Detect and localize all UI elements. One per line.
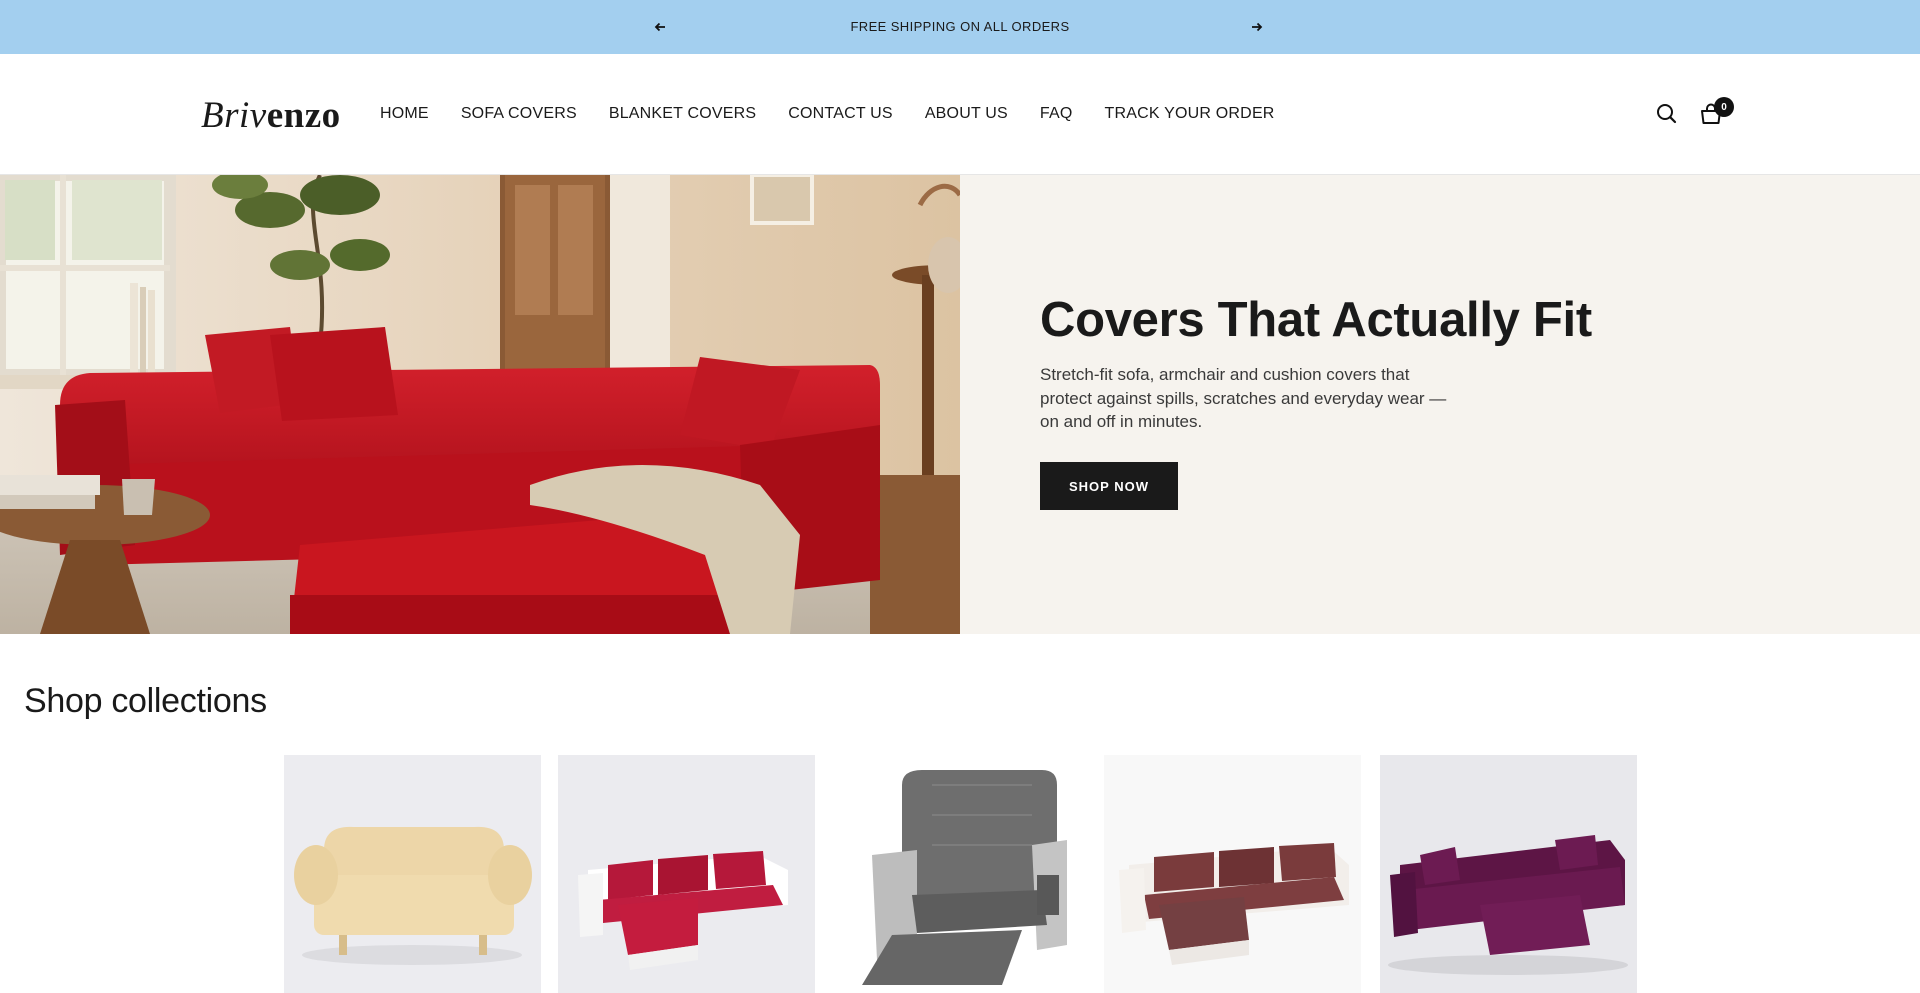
hero-title: Covers That Actually Fit bbox=[1040, 293, 1592, 347]
announcement-bar: FREE SHIPPING ON ALL ORDERS bbox=[0, 0, 1920, 54]
site-header: Brivenzo HOME SOFA COVERS BLANKET COVERS… bbox=[0, 54, 1920, 175]
cart-count-badge: 0 bbox=[1714, 97, 1734, 117]
logo-part1: Briv bbox=[201, 95, 267, 136]
logo-part2: enzo bbox=[266, 95, 341, 136]
hero-section: Covers That Actually Fit Stretch-fit sof… bbox=[0, 175, 1920, 634]
nav-item-home[interactable]: HOME bbox=[380, 105, 429, 123]
announcement-message: FREE SHIPPING ON ALL ORDERS bbox=[850, 19, 1070, 34]
collection-card-red-sectional[interactable] bbox=[558, 755, 815, 993]
nav-item-blanket-covers[interactable]: BLANKET COVERS bbox=[609, 105, 756, 123]
nav-item-about-us[interactable]: ABOUT US bbox=[925, 105, 1008, 123]
collection-card-beige-sofa[interactable] bbox=[284, 755, 541, 993]
logo[interactable]: Brivenzo bbox=[201, 94, 341, 137]
collections-list bbox=[0, 755, 1920, 993]
collections-title: Shop collections bbox=[24, 682, 267, 720]
nav-item-faq[interactable]: FAQ bbox=[1040, 105, 1073, 123]
hero-content: Covers That Actually Fit Stretch-fit sof… bbox=[960, 175, 1920, 634]
hero-subtitle: Stretch-fit sofa, armchair and cushion c… bbox=[1040, 365, 1447, 431]
search-icon[interactable] bbox=[1654, 101, 1680, 127]
nav-item-contact-us[interactable]: CONTACT US bbox=[788, 105, 893, 123]
nav-item-track-order[interactable]: TRACK YOUR ORDER bbox=[1105, 105, 1275, 123]
collection-card-recliner[interactable] bbox=[832, 755, 1089, 993]
main-nav: HOME SOFA COVERS BLANKET COVERS CONTACT … bbox=[380, 105, 1307, 123]
hero-image bbox=[0, 175, 960, 634]
shop-now-button[interactable]: SHOP NOW bbox=[1040, 462, 1178, 510]
collection-card-brown-sectional[interactable] bbox=[1104, 755, 1361, 993]
nav-item-sofa-covers[interactable]: SOFA COVERS bbox=[461, 105, 577, 123]
collection-card-purple-sectional[interactable] bbox=[1380, 755, 1637, 993]
arrow-right-icon[interactable] bbox=[1247, 17, 1267, 37]
